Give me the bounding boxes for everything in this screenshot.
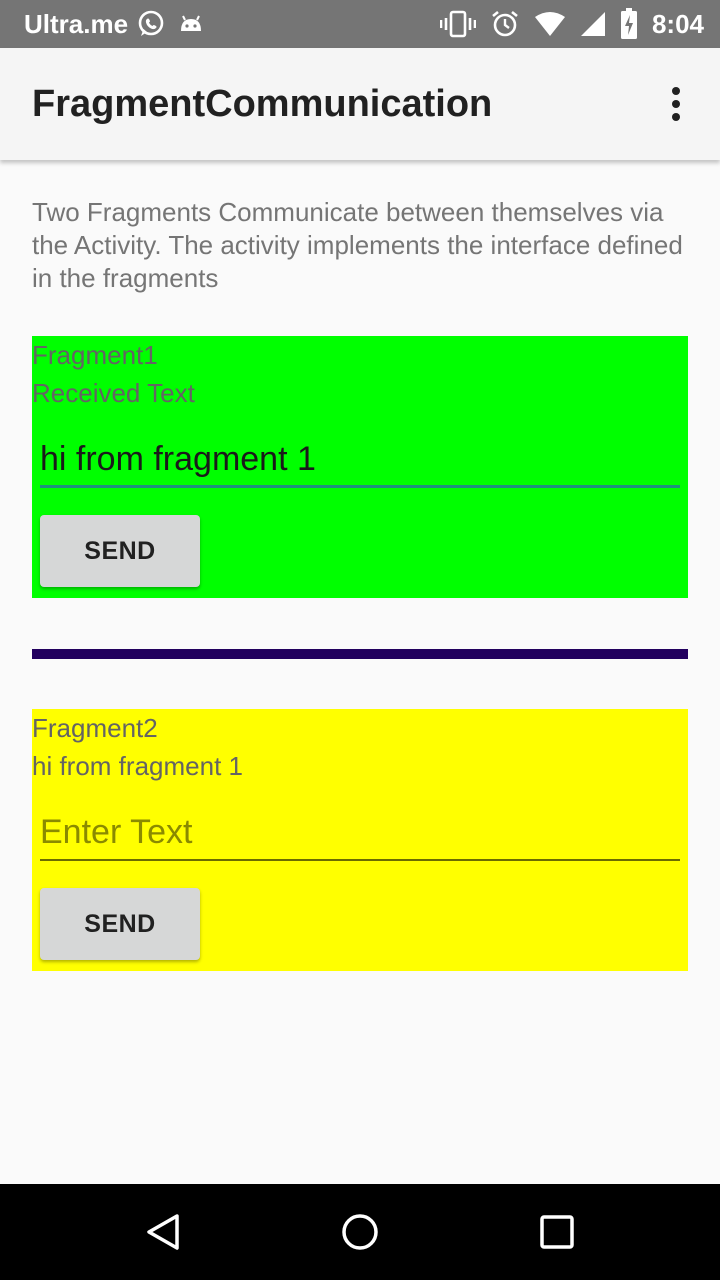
alarm-icon xyxy=(490,9,520,39)
recents-icon[interactable] xyxy=(509,1184,605,1280)
android-icon xyxy=(178,11,204,37)
carrier-name: Ultra.me xyxy=(24,8,129,39)
fragment2-text-input[interactable] xyxy=(40,805,680,861)
vibrate-icon xyxy=(439,10,476,38)
fragment1-container: Fragment1 Received Text SEND xyxy=(32,336,688,598)
more-vert-icon[interactable] xyxy=(664,80,688,128)
battery-icon xyxy=(620,8,638,40)
overflow-dot xyxy=(672,113,680,121)
fragment1-title: Fragment1 xyxy=(32,340,158,370)
description-text: Two Fragments Communicate between themse… xyxy=(32,197,683,293)
fragment1-text-input[interactable] xyxy=(40,432,680,488)
signal-icon xyxy=(580,11,606,37)
navigation-bar xyxy=(0,1184,720,1280)
status-bar: Ultra.me 8:04 xyxy=(0,0,720,48)
overflow-dot xyxy=(672,87,680,95)
whatsapp-icon xyxy=(136,9,166,39)
fragment1-send-button[interactable]: SEND xyxy=(40,515,200,587)
home-icon[interactable] xyxy=(312,1184,408,1280)
fragment2-title: Fragment2 xyxy=(32,713,158,743)
fragment1-received-text: Received Text xyxy=(32,378,195,408)
fragment2-container: Fragment2 hi from fragment 1 SEND xyxy=(32,709,688,971)
overflow-dot xyxy=(672,100,680,108)
divider xyxy=(32,649,688,659)
app-title: FragmentCommunication xyxy=(32,82,493,125)
back-icon[interactable] xyxy=(115,1184,211,1280)
status-clock: 8:04 xyxy=(651,8,704,39)
wifi-icon xyxy=(534,11,566,37)
fragment2-send-button[interactable]: SEND xyxy=(40,888,200,960)
fragment2-received-text: hi from fragment 1 xyxy=(32,751,243,781)
app-bar: FragmentCommunication xyxy=(0,48,720,160)
